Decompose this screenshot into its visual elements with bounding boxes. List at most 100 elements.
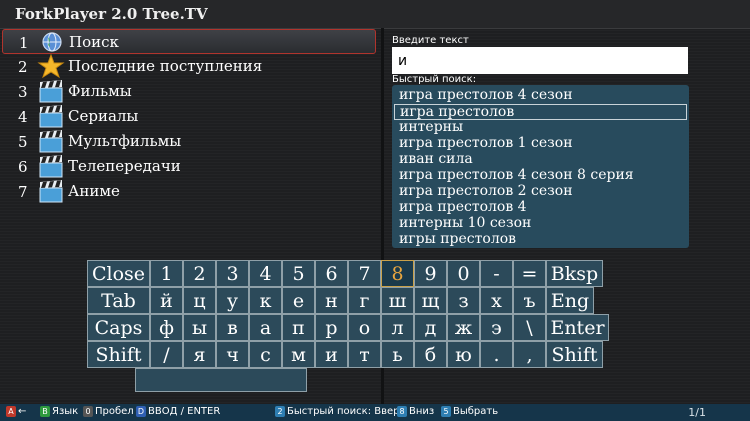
key-letter[interactable]: ж	[447, 314, 480, 341]
star-icon	[37, 54, 65, 78]
key-letter[interactable]: й	[150, 287, 183, 314]
key-letter[interactable]: ы	[183, 314, 216, 341]
key-letter[interactable]: ш	[381, 287, 414, 314]
key-comma[interactable]: ,	[513, 341, 546, 368]
menu-item-tv-shows[interactable]: 6 Телепередачи	[2, 154, 376, 179]
key-2[interactable]: 2	[183, 260, 216, 287]
key-8-icon: 8	[397, 406, 407, 417]
key-9[interactable]: 9	[414, 260, 447, 287]
key-letter[interactable]: к	[249, 287, 282, 314]
key-letter[interactable]: р	[315, 314, 348, 341]
key-letter[interactable]: м	[282, 341, 315, 368]
key-language[interactable]: Eng	[546, 287, 594, 314]
suggestion-item[interactable]: иван сила	[394, 152, 687, 168]
key-letter[interactable]: о	[348, 314, 381, 341]
menu-item-label: Последние поступления	[68, 57, 263, 75]
key-letter[interactable]: х	[480, 287, 513, 314]
suggestion-item-selected[interactable]: игра престолов	[394, 104, 687, 120]
menu-item-label: Фильмы	[68, 82, 132, 100]
key-letter[interactable]: в	[216, 314, 249, 341]
key-slash[interactable]: /	[150, 341, 183, 368]
page-indicator: 1/1	[688, 406, 706, 419]
menu-item-number: 7	[18, 183, 28, 201]
key-8-active[interactable]: 8	[381, 260, 414, 287]
key-close[interactable]: Close	[87, 260, 150, 287]
film-clapper-icon	[39, 80, 63, 103]
green-button-icon: B	[40, 406, 50, 417]
key-tab[interactable]: Tab	[87, 287, 150, 314]
key-3[interactable]: 3	[216, 260, 249, 287]
key-shift-left[interactable]: Shift	[87, 341, 150, 368]
key-7[interactable]: 7	[348, 260, 381, 287]
key-letter[interactable]: ч	[216, 341, 249, 368]
key-equals[interactable]: =	[513, 260, 546, 287]
key-letter[interactable]: я	[183, 341, 216, 368]
key-letter[interactable]: ф	[150, 314, 183, 341]
key-enter[interactable]: Enter	[546, 314, 609, 341]
key-letter[interactable]: е	[282, 287, 315, 314]
key-letter[interactable]: ъ	[513, 287, 546, 314]
key-letter[interactable]: ю	[447, 341, 480, 368]
menu-item-films[interactable]: 3 Фильмы	[2, 79, 376, 104]
key-letter[interactable]: н	[315, 287, 348, 314]
key-space[interactable]	[135, 368, 307, 392]
footer-hint-bar: A ← B Язык 0 Пробел D ВВОД / ENTER 2 Быс…	[0, 404, 750, 421]
suggestion-item[interactable]: игра престолов 4 сезон 8 серия	[394, 168, 687, 184]
key-minus[interactable]: -	[480, 260, 513, 287]
hint-language[interactable]: B Язык	[40, 406, 78, 417]
key-letter[interactable]: т	[348, 341, 381, 368]
film-clapper-icon	[39, 155, 63, 178]
key-letter[interactable]: а	[249, 314, 282, 341]
key-letter[interactable]: д	[414, 314, 447, 341]
key-0[interactable]: 0	[447, 260, 480, 287]
suggestion-item[interactable]: игра престолов 4 сезон	[394, 88, 687, 104]
key-1[interactable]: 1	[150, 260, 183, 287]
hint-text: ВВОД / ENTER	[148, 406, 221, 417]
key-letter[interactable]: щ	[414, 287, 447, 314]
key-caps[interactable]: Caps	[87, 314, 150, 341]
hint-space[interactable]: 0 Пробел	[83, 406, 134, 417]
quick-search-list: игра престолов 4 сезон игра престолов ин…	[392, 85, 689, 248]
menu-item-latest[interactable]: 2 Последние поступления	[2, 54, 376, 79]
key-6[interactable]: 6	[315, 260, 348, 287]
suggestion-item[interactable]: игра престолов 2 сезон	[394, 184, 687, 200]
hint-text: Быстрый поиск: Вверх	[287, 406, 406, 417]
key-letter[interactable]: э	[480, 314, 513, 341]
menu-item-cartoons[interactable]: 5 Мультфильмы	[2, 129, 376, 154]
key-letter[interactable]: п	[282, 314, 315, 341]
suggestion-item[interactable]: игры престолов	[394, 232, 687, 248]
hint-down[interactable]: 8 Вниз	[397, 406, 434, 417]
key-period[interactable]: .	[480, 341, 513, 368]
suggestion-item[interactable]: интерны 10 сезон	[394, 216, 687, 232]
key-letter[interactable]: ь	[381, 341, 414, 368]
suggestion-item[interactable]: интерны	[394, 120, 687, 136]
key-letter[interactable]: ц	[183, 287, 216, 314]
key-letter[interactable]: у	[216, 287, 249, 314]
suggestion-item[interactable]: игра престолов 4	[394, 200, 687, 216]
hint-enter[interactable]: D ВВОД / ENTER	[136, 406, 220, 417]
key-letter[interactable]: б	[414, 341, 447, 368]
key-letter[interactable]: г	[348, 287, 381, 314]
hint-select[interactable]: 5 Выбрать	[441, 406, 498, 417]
key-letter[interactable]: л	[381, 314, 414, 341]
suggestion-item[interactable]: игра престолов 1 сезон	[394, 136, 687, 152]
search-input-label: Введите текст	[392, 35, 469, 46]
hint-up[interactable]: 2 Быстрый поиск: Вверх	[275, 406, 405, 417]
key-backslash[interactable]: \	[513, 314, 546, 341]
menu-item-label: Поиск	[69, 33, 119, 51]
hint-back[interactable]: A ←	[6, 406, 26, 417]
key-backspace[interactable]: Bksp	[546, 260, 603, 287]
key-4[interactable]: 4	[249, 260, 282, 287]
menu-item-anime[interactable]: 7 Аниме	[2, 179, 376, 204]
key-shift-right[interactable]: Shift	[546, 341, 603, 368]
key-letter[interactable]: с	[249, 341, 282, 368]
key-letter[interactable]: и	[315, 341, 348, 368]
hint-text: Язык	[52, 406, 79, 417]
menu-item-number: 6	[18, 158, 28, 176]
search-input[interactable]	[392, 47, 688, 74]
key-5[interactable]: 5	[282, 260, 315, 287]
key-letter[interactable]: з	[447, 287, 480, 314]
menu-item-series[interactable]: 4 Сериалы	[2, 104, 376, 129]
category-menu: 1 Поиск 2 Последние поступления 3 Фильмы…	[2, 29, 376, 204]
menu-item-search[interactable]: 1 Поиск	[2, 29, 376, 54]
